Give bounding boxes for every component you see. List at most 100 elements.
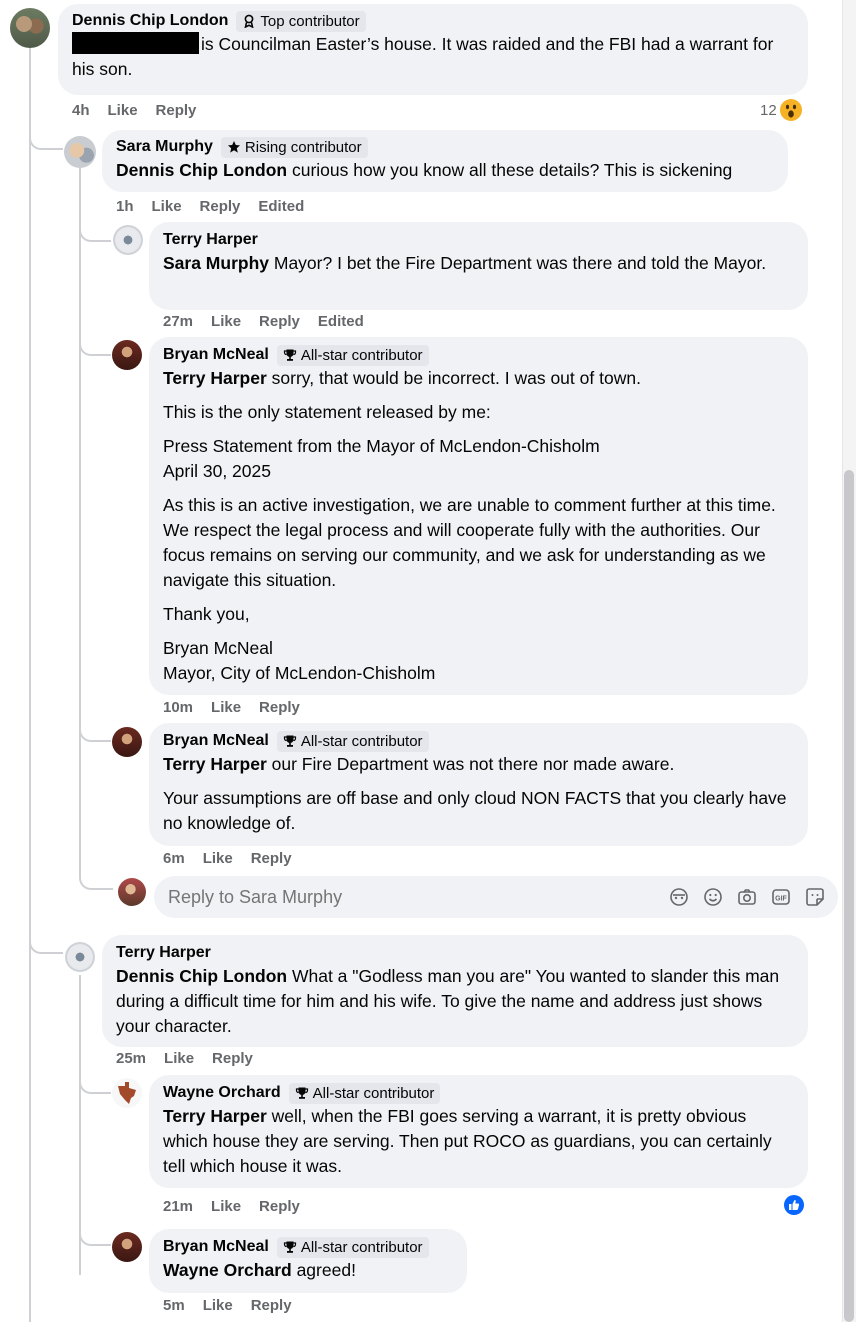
- reply-button[interactable]: Reply: [251, 850, 292, 867]
- timestamp[interactable]: 1h: [116, 198, 134, 215]
- author-name[interactable]: Terry Harper: [163, 231, 258, 249]
- like-button[interactable]: Like: [211, 313, 241, 330]
- mention[interactable]: Dennis Chip London: [116, 160, 287, 180]
- comment-text: Wayne Orchard agreed!: [163, 1260, 356, 1280]
- comment-paragraph: Press Statement from the Mayor of McLend…: [163, 436, 600, 481]
- reply-input[interactable]: [168, 886, 668, 908]
- avatar-sticker-icon[interactable]: [668, 886, 690, 908]
- mention[interactable]: Sara Murphy: [163, 253, 269, 273]
- author-name[interactable]: Bryan McNeal: [163, 346, 269, 364]
- reaction-summary[interactable]: [783, 1194, 805, 1216]
- contributor-icon: [244, 14, 254, 28]
- avatar[interactable]: [64, 136, 96, 168]
- comment-actions: 10m Like Reply: [163, 697, 300, 717]
- reply-button[interactable]: Reply: [259, 313, 300, 330]
- thread-connector: [29, 920, 63, 954]
- reaction-count: 12: [760, 101, 777, 119]
- mention[interactable]: Terry Harper: [163, 1106, 267, 1126]
- author-name[interactable]: Bryan McNeal: [163, 1238, 269, 1256]
- avatar[interactable]: [112, 1232, 142, 1262]
- comment-paragraph: This is the only statement released by m…: [163, 402, 491, 422]
- comment-text: Dennis Chip London What a "Godless man y…: [116, 966, 780, 1036]
- thread-connector: [79, 326, 111, 356]
- trophy-icon: [283, 349, 296, 361]
- emoji-icon[interactable]: [702, 886, 724, 908]
- edited-label[interactable]: Edited: [258, 198, 304, 215]
- avatar[interactable]: [112, 727, 142, 757]
- edited-label[interactable]: Edited: [318, 313, 364, 330]
- badge-label: All-star contributor: [312, 1084, 435, 1102]
- reply-composer: GIF: [154, 876, 838, 918]
- reply-button[interactable]: Reply: [259, 699, 300, 716]
- current-user-avatar[interactable]: [118, 878, 146, 906]
- avatar[interactable]: [112, 1078, 142, 1108]
- reply-button[interactable]: Reply: [259, 1198, 300, 1215]
- thread-line: [29, 48, 31, 1322]
- reaction-summary[interactable]: 12: [760, 99, 802, 121]
- reply-button[interactable]: Reply: [251, 1297, 292, 1314]
- like-reaction-icon: [783, 1194, 805, 1216]
- timestamp[interactable]: 6m: [163, 850, 185, 867]
- like-button[interactable]: Like: [164, 1050, 194, 1067]
- svg-text:GIF: GIF: [775, 896, 787, 903]
- comment-bubble: Bryan McNeal All-star contributor Wayne …: [149, 1229, 467, 1293]
- timestamp[interactable]: 25m: [116, 1050, 146, 1067]
- thread-connector: [79, 712, 111, 742]
- mention[interactable]: Wayne Orchard: [163, 1260, 292, 1280]
- comment-bubble: Bryan McNeal All-star contributor Terry …: [149, 337, 808, 695]
- comment-text: Terry Harper sorry, that would be incorr…: [163, 368, 641, 388]
- comment-paragraph: Thank you,: [163, 604, 250, 624]
- avatar[interactable]: [113, 225, 143, 255]
- timestamp[interactable]: 21m: [163, 1198, 193, 1215]
- comment-paragraph: As this is an active investigation, we a…: [163, 495, 776, 590]
- comment-text: Dennis Chip London curious how you know …: [116, 160, 733, 180]
- badge-label: All-star contributor: [300, 1238, 423, 1256]
- sticker-icon[interactable]: [804, 886, 826, 908]
- contributor-badge: Top contributor: [236, 10, 366, 32]
- reply-button[interactable]: Reply: [212, 1050, 253, 1067]
- comment-bubble: Dennis Chip London Top contributor is Co…: [58, 4, 808, 95]
- thread-connector: [79, 1062, 111, 1094]
- comment-actions: 5m Like Reply: [163, 1295, 292, 1315]
- author-name[interactable]: Dennis Chip London: [72, 12, 228, 30]
- like-button[interactable]: Like: [108, 102, 138, 119]
- like-button[interactable]: Like: [203, 850, 233, 867]
- comment-text: Sara Murphy Mayor? I bet the Fire Depart…: [163, 253, 767, 273]
- timestamp[interactable]: 5m: [163, 1297, 185, 1314]
- contributor-badge: Rising contributor: [220, 136, 368, 158]
- trophy-icon: [283, 735, 296, 747]
- mention[interactable]: Terry Harper: [163, 368, 267, 388]
- gif-icon[interactable]: GIF: [770, 886, 792, 908]
- author-name[interactable]: Terry Harper: [116, 944, 211, 962]
- comment-text: is Councilman Easter’s house. It was rai…: [72, 32, 774, 79]
- timestamp[interactable]: 27m: [163, 313, 193, 330]
- avatar[interactable]: [10, 8, 50, 48]
- comment-actions: 21m Like Reply: [163, 1196, 300, 1216]
- author-name[interactable]: Bryan McNeal: [163, 732, 269, 750]
- trophy-icon: [295, 1087, 308, 1099]
- badge-label: Rising contributor: [244, 138, 362, 156]
- like-button[interactable]: Like: [152, 198, 182, 215]
- author-name[interactable]: Sara Murphy: [116, 138, 213, 156]
- comment-paragraph: Your assumptions are off base and only c…: [163, 788, 787, 833]
- comment-actions: 6m Like Reply: [163, 848, 292, 868]
- thread-line: [79, 168, 81, 876]
- author-name[interactable]: Wayne Orchard: [163, 1084, 281, 1102]
- mention[interactable]: Dennis Chip London: [116, 966, 287, 986]
- like-button[interactable]: Like: [203, 1297, 233, 1314]
- comment-text: Terry Harper well, when the FBI goes ser…: [163, 1106, 772, 1176]
- reply-button[interactable]: Reply: [200, 198, 241, 215]
- like-button[interactable]: Like: [211, 1198, 241, 1215]
- reply-button[interactable]: Reply: [156, 102, 197, 119]
- timestamp[interactable]: 4h: [72, 102, 90, 119]
- avatar[interactable]: [65, 942, 95, 972]
- comment-actions: 4h Like Reply: [72, 100, 196, 120]
- scrollbar-thumb[interactable]: [844, 470, 854, 1322]
- timestamp[interactable]: 10m: [163, 699, 193, 716]
- thread-connector: [29, 120, 63, 150]
- camera-icon[interactable]: [736, 886, 758, 908]
- mention[interactable]: Terry Harper: [163, 754, 267, 774]
- like-button[interactable]: Like: [211, 699, 241, 716]
- comment-bubble: Terry Harper Sara Murphy Mayor? I bet th…: [149, 222, 808, 310]
- avatar[interactable]: [112, 340, 142, 370]
